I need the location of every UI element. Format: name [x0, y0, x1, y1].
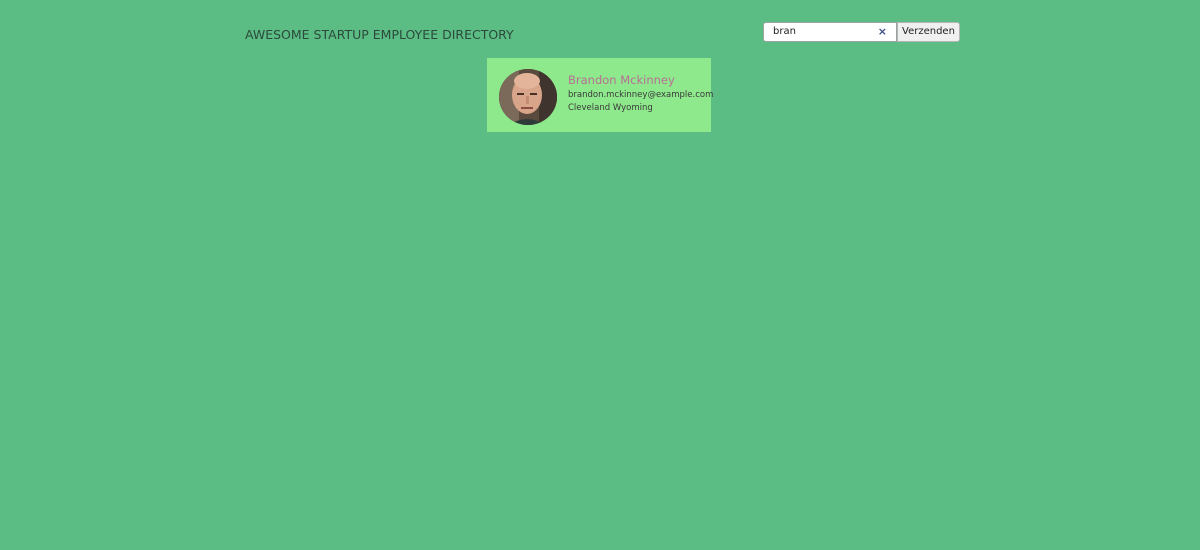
- search-box: ×: [763, 22, 897, 42]
- submit-button[interactable]: Verzenden: [897, 22, 960, 42]
- search-input[interactable]: [773, 23, 873, 41]
- avatar: [499, 69, 557, 125]
- search-form: × Verzenden: [763, 22, 960, 42]
- employee-name: Brandon Mckinney: [568, 73, 675, 87]
- page: AWESOME STARTUP EMPLOYEE DIRECTORY × Ver…: [0, 0, 1200, 550]
- clear-search-icon[interactable]: ×: [878, 23, 887, 41]
- employee-card[interactable]: Brandon Mckinney brandon.mckinney@exampl…: [487, 58, 714, 132]
- employee-photo: [499, 69, 557, 125]
- page-title: AWESOME STARTUP EMPLOYEE DIRECTORY: [245, 27, 514, 42]
- employee-location: Cleveland Wyoming: [568, 103, 653, 113]
- employee-email: brandon.mckinney@example.com: [568, 90, 714, 100]
